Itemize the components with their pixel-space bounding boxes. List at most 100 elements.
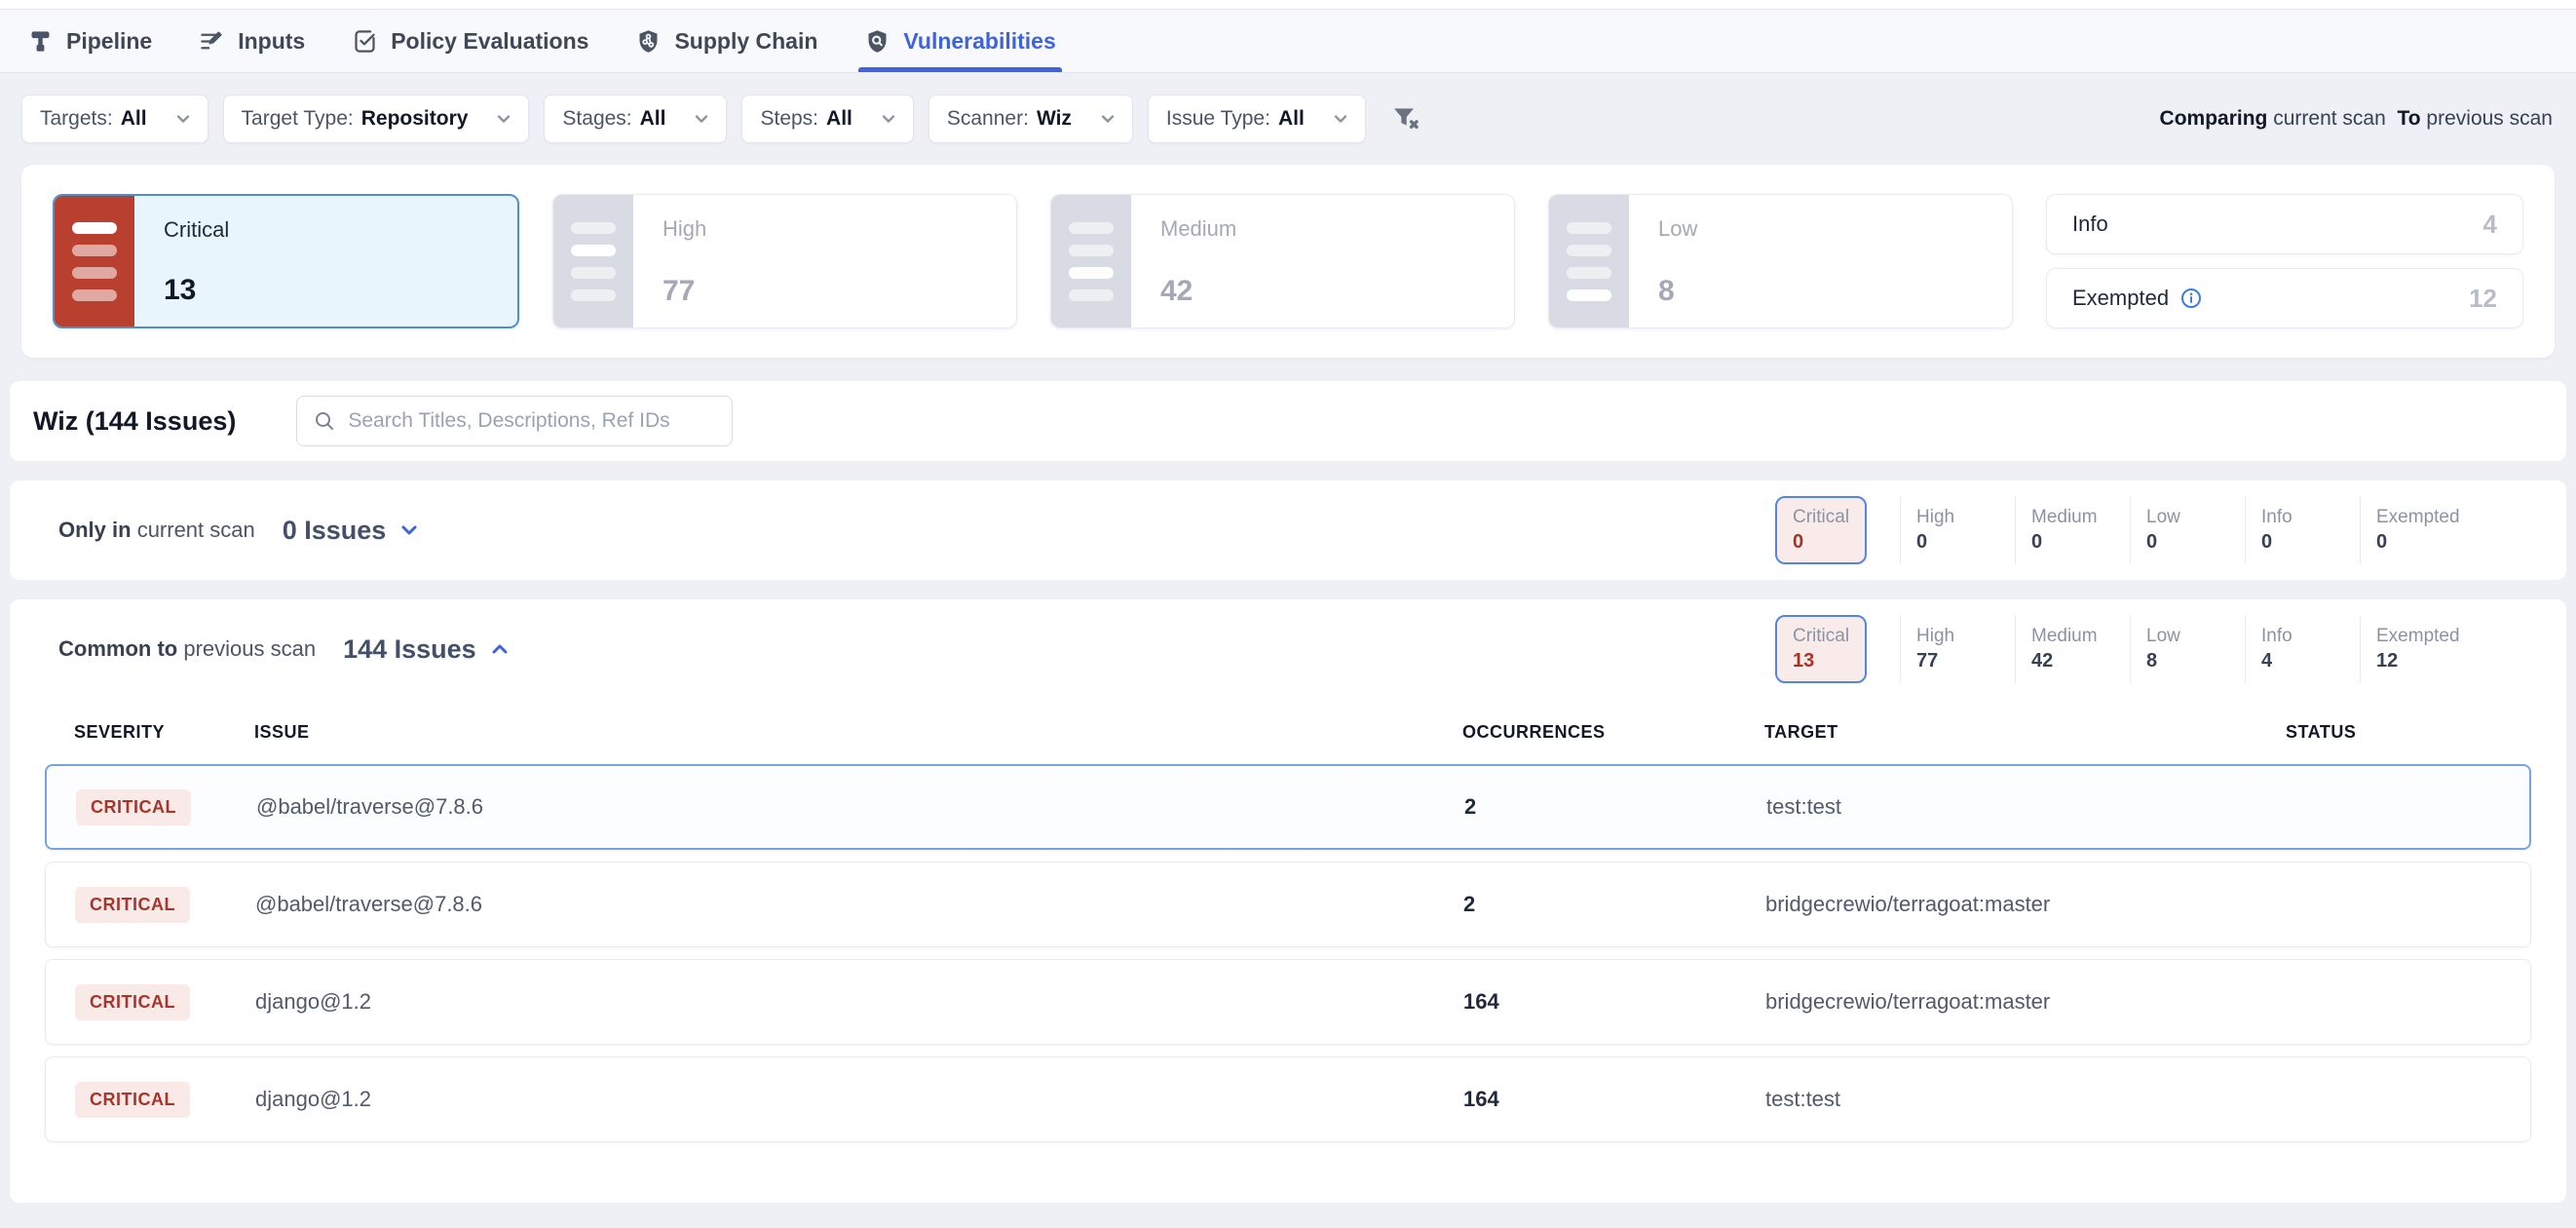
table-row[interactable]: CRITICAL django@1.2 164 bridgecrewio/ter… bbox=[45, 959, 2531, 1045]
chip-label: Critical bbox=[1793, 626, 1849, 647]
severity-chips: Critical 13 High 77 Medium 42 Low bbox=[1775, 615, 2506, 683]
severity-card-count: 77 bbox=[663, 275, 1016, 308]
filter-target-type[interactable]: Target Type: Repository bbox=[223, 95, 530, 143]
comparing-scans-label: Comparing current scan To previous scan bbox=[2160, 107, 2553, 131]
column-header-severity: SEVERITY bbox=[74, 722, 254, 743]
severity-card-count: 13 bbox=[164, 274, 517, 307]
comparing-to: To bbox=[2397, 107, 2420, 130]
comparing-word: Comparing bbox=[2160, 107, 2268, 130]
chip-critical[interactable]: Critical 13 bbox=[1775, 615, 1867, 683]
scan-label-rest: current scan bbox=[137, 518, 255, 542]
severity-card-low[interactable]: Low 8 bbox=[1548, 194, 2013, 328]
scan-label-rest: previous scan bbox=[183, 636, 316, 661]
filter-issue-type[interactable]: Issue Type: All bbox=[1148, 95, 1366, 143]
target-cell: test:test bbox=[1765, 1087, 2287, 1112]
chip-high[interactable]: High 0 bbox=[1916, 507, 1954, 554]
table-header: SEVERITY ISSUE OCCURRENCES TARGET STATUS bbox=[45, 699, 2531, 764]
chip-label: Exempted bbox=[2376, 626, 2460, 647]
chip-info[interactable]: Info 4 bbox=[2261, 626, 2292, 672]
tab-label: Supply Chain bbox=[674, 28, 817, 55]
chip-exempted[interactable]: Exempted 0 bbox=[2376, 507, 2460, 554]
side-card-label: Exempted bbox=[2072, 286, 2169, 311]
side-cards-column: Info 4 Exempted 12 bbox=[2046, 194, 2523, 328]
occurrences-cell: 164 bbox=[1463, 1087, 1765, 1112]
severity-level-icon bbox=[1051, 195, 1131, 327]
severity-chips: Critical 0 High 0 Medium 0 Low 0 bbox=[1775, 496, 2506, 564]
tab-pipeline[interactable]: Pipeline bbox=[27, 10, 152, 72]
filter-scanner[interactable]: Scanner: Wiz bbox=[928, 95, 1133, 143]
chevron-down-icon bbox=[1332, 110, 1349, 128]
chip-value: 42 bbox=[2031, 650, 2098, 672]
scanner-section-header: Wiz (144 Issues) bbox=[10, 381, 2566, 461]
occurrences-cell: 2 bbox=[1464, 794, 1766, 820]
chip-info[interactable]: Info 0 bbox=[2261, 507, 2292, 554]
filter-label: Targets: bbox=[40, 107, 113, 131]
filter-stages[interactable]: Stages: All bbox=[544, 95, 727, 143]
chip-value: 0 bbox=[1793, 531, 1849, 554]
chip-label: Info bbox=[2261, 626, 2292, 647]
target-cell: bridgecrewio/terragoat:master bbox=[1765, 989, 2287, 1015]
chip-medium[interactable]: Medium 0 bbox=[2031, 507, 2098, 554]
chip-high[interactable]: High 77 bbox=[1916, 626, 1954, 672]
severity-card-info[interactable]: Info 4 bbox=[2046, 194, 2523, 254]
tab-vulnerabilities[interactable]: Vulnerabilities bbox=[864, 10, 1055, 72]
issues-count: 0 Issues bbox=[283, 516, 387, 546]
severity-card-critical[interactable]: Critical 13 bbox=[53, 194, 519, 328]
comparing-previous[interactable]: previous scan bbox=[2426, 107, 2553, 130]
filter-targets[interactable]: Targets: All bbox=[21, 95, 208, 143]
severity-card-high[interactable]: High 77 bbox=[552, 194, 1017, 328]
chip-critical[interactable]: Critical 0 bbox=[1775, 496, 1867, 564]
info-icon[interactable] bbox=[2180, 288, 2202, 309]
target-cell: bridgecrewio/terragoat:master bbox=[1765, 892, 2287, 917]
chip-value: 0 bbox=[1916, 531, 1954, 554]
scan-section-label: Common to previous scan bbox=[58, 636, 316, 662]
chevron-down-icon bbox=[1099, 110, 1117, 128]
comparing-current[interactable]: current scan bbox=[2273, 107, 2386, 130]
tab-policy-evaluations[interactable]: Policy Evaluations bbox=[352, 10, 588, 72]
scan-label-bold: Only in bbox=[58, 518, 132, 542]
column-header-target: TARGET bbox=[1764, 722, 2286, 743]
common-to-issues-toggle[interactable]: 144 Issues bbox=[343, 634, 511, 665]
filter-value: All bbox=[121, 107, 147, 131]
occurrences-cell: 2 bbox=[1463, 892, 1765, 917]
severity-card-count: 42 bbox=[1160, 275, 1514, 308]
filter-label: Issue Type: bbox=[1166, 107, 1270, 131]
severity-badge: CRITICAL bbox=[75, 1082, 190, 1118]
search-box[interactable] bbox=[296, 396, 733, 446]
severity-level-icon bbox=[1549, 195, 1629, 327]
target-cell: test:test bbox=[1766, 794, 2288, 820]
vulnerabilities-icon bbox=[864, 28, 890, 55]
pipeline-icon bbox=[27, 28, 54, 55]
tab-label: Vulnerabilities bbox=[903, 28, 1055, 55]
issue-cell: django@1.2 bbox=[255, 1087, 1463, 1112]
severity-badge: CRITICAL bbox=[75, 887, 190, 923]
filter-steps[interactable]: Steps: All bbox=[741, 95, 913, 143]
severity-card-count: 8 bbox=[1658, 275, 2012, 308]
issues-count: 144 Issues bbox=[343, 634, 476, 665]
chip-low[interactable]: Low 8 bbox=[2146, 626, 2180, 672]
chip-low[interactable]: Low 0 bbox=[2146, 507, 2180, 554]
table-row[interactable]: CRITICAL @babel/traverse@7.8.6 2 bridgec… bbox=[45, 862, 2531, 947]
table-row[interactable]: CRITICAL django@1.2 164 test:test bbox=[45, 1056, 2531, 1142]
severity-level-icon bbox=[55, 196, 134, 326]
search-input[interactable] bbox=[348, 409, 716, 433]
only-in-issues-toggle[interactable]: 0 Issues bbox=[283, 516, 422, 546]
tab-label: Policy Evaluations bbox=[391, 28, 588, 55]
only-in-current-scan-section: Only in current scan 0 Issues Critical 0… bbox=[10, 480, 2566, 580]
severity-card-medium[interactable]: Medium 42 bbox=[1050, 194, 1515, 328]
tab-supply-chain[interactable]: Supply Chain bbox=[635, 10, 817, 72]
supply-chain-icon bbox=[635, 28, 662, 55]
chip-medium[interactable]: Medium 42 bbox=[2031, 626, 2098, 672]
chevron-up-icon bbox=[488, 637, 511, 661]
tab-inputs[interactable]: Inputs bbox=[199, 10, 305, 72]
chip-exempted[interactable]: Exempted 12 bbox=[2376, 626, 2460, 672]
severity-cards-panel: Critical 13 High 77 Medium 42 Low 8 I bbox=[21, 165, 2555, 358]
filter-clear-icon[interactable] bbox=[1386, 99, 1425, 138]
chip-value: 0 bbox=[2261, 531, 2292, 554]
table-row[interactable]: CRITICAL @babel/traverse@7.8.6 2 test:te… bbox=[45, 764, 2531, 850]
common-to-previous-scan-section: Common to previous scan 144 Issues Criti… bbox=[10, 599, 2566, 1203]
tab-label: Inputs bbox=[238, 28, 305, 55]
column-header-issue: ISSUE bbox=[254, 722, 1462, 743]
issue-cell: django@1.2 bbox=[255, 989, 1463, 1015]
severity-card-exempted[interactable]: Exempted 12 bbox=[2046, 268, 2523, 328]
